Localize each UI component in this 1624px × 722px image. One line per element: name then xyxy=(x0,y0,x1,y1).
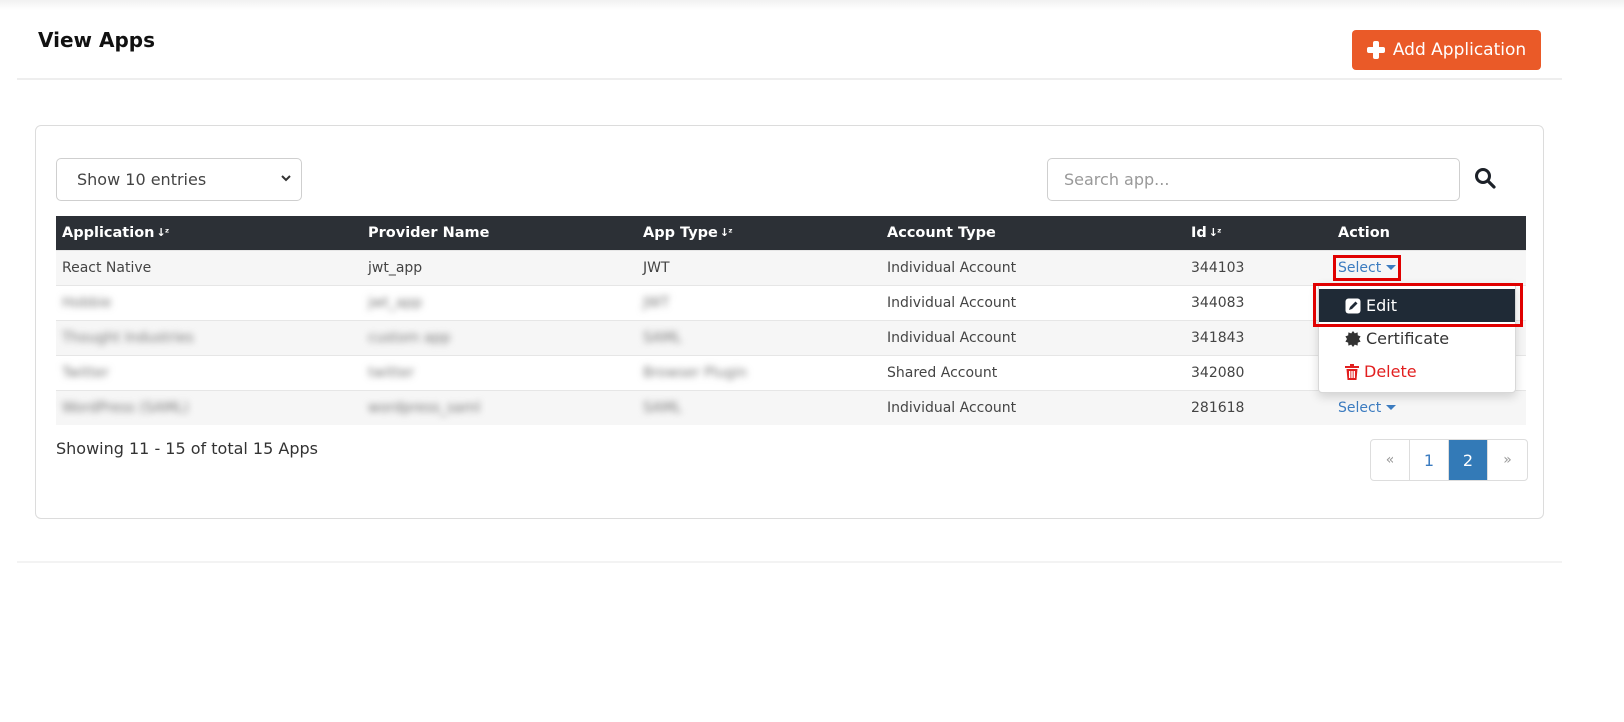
blurred-text: Twitter xyxy=(62,364,109,381)
cell-application: WordPress (SAML) xyxy=(56,389,362,425)
cell-provider: jwt_app xyxy=(362,284,637,320)
blurred-text: WordPress (SAML) xyxy=(62,399,189,416)
action-dropdown-menu: Edit Certificate Delete xyxy=(1318,283,1516,393)
cell-provider: wordpress_saml xyxy=(362,389,637,425)
blurred-text: custom app xyxy=(368,329,451,346)
menu-item-edit[interactable]: Edit xyxy=(1319,289,1515,322)
pagination: « 1 2 » xyxy=(1370,439,1528,481)
cell-action: Select xyxy=(1332,249,1526,285)
chevron-down-icon xyxy=(281,175,291,182)
sort-alpha-down-icon[interactable]: ↓ᶻ xyxy=(1209,226,1222,239)
cell-app-type: JWT xyxy=(637,284,881,320)
showing-summary: Showing 11 - 15 of total 15 Apps xyxy=(56,439,318,458)
pagination-next[interactable]: » xyxy=(1488,440,1527,480)
cell-app-type: JWT xyxy=(637,249,881,285)
blurred-text: Hobbie xyxy=(62,294,112,311)
table-header-row: Application ↓ᶻ Provider Name App Type ↓ᶻ A… xyxy=(56,216,1526,250)
table-row: WordPress (SAML) wordpress_saml SAML Ind… xyxy=(56,389,1526,425)
entries-select-value: Show 10 entries xyxy=(77,170,207,189)
menu-item-delete[interactable]: Delete xyxy=(1319,355,1515,388)
cell-id: 344103 xyxy=(1185,249,1332,285)
page-header: View Apps Add Application xyxy=(17,0,1562,80)
certificate-icon xyxy=(1345,330,1361,347)
blurred-text: jwt_app xyxy=(368,294,423,311)
blurred-text: SAML xyxy=(643,329,682,346)
cell-action: Select xyxy=(1332,389,1526,425)
pagination-prev[interactable]: « xyxy=(1371,440,1410,480)
cell-id: 341843 xyxy=(1185,319,1332,355)
blurred-text: JWT xyxy=(643,294,670,311)
table-row: Hobbie jwt_app JWT Individual Account 34… xyxy=(56,284,1526,320)
blurred-text: Thought Industries xyxy=(62,329,194,346)
menu-item-certificate-label: Certificate xyxy=(1366,329,1450,348)
cell-account-type: Shared Account xyxy=(881,354,1185,390)
table-row: Twitter twitter Browser Plugin Shared Ac… xyxy=(56,354,1526,390)
cell-account-type: Individual Account xyxy=(881,319,1185,355)
cell-provider: jwt_app xyxy=(362,249,637,285)
column-header-app-type[interactable]: App Type ↓ᶻ xyxy=(637,216,881,250)
action-select-button[interactable]: Select xyxy=(1338,400,1397,416)
cell-id: 281618 xyxy=(1185,389,1332,425)
blurred-text: twitter xyxy=(368,364,415,381)
cell-provider: twitter xyxy=(362,354,637,390)
menu-item-certificate[interactable]: Certificate xyxy=(1319,322,1515,355)
cell-application: React Native xyxy=(56,249,362,285)
blurred-text: Browser Plugin xyxy=(643,364,748,381)
add-application-button[interactable]: Add Application xyxy=(1352,30,1541,70)
blurred-text: wordpress_saml xyxy=(368,399,481,416)
cell-account-type: Individual Account xyxy=(881,389,1185,425)
column-header-id[interactable]: Id ↓ᶻ xyxy=(1185,216,1332,250)
table-row: React Native jwt_app JWT Individual Acco… xyxy=(56,249,1526,285)
search-input[interactable] xyxy=(1047,158,1460,201)
menu-item-edit-label: Edit xyxy=(1366,296,1397,315)
sort-alpha-down-icon[interactable]: ↓ᶻ xyxy=(720,226,733,239)
column-header-application[interactable]: Application ↓ᶻ xyxy=(56,216,362,250)
cell-id: 342080 xyxy=(1185,354,1332,390)
cell-app-type: SAML xyxy=(637,319,881,355)
cell-app-type: Browser Plugin xyxy=(637,354,881,390)
cell-account-type: Individual Account xyxy=(881,249,1185,285)
divider xyxy=(17,561,1562,563)
page-title: View Apps xyxy=(38,28,156,52)
menu-item-delete-label: Delete xyxy=(1364,362,1417,381)
cell-application: Twitter xyxy=(56,354,362,390)
entries-select[interactable]: Show 10 entries xyxy=(56,158,302,201)
trash-icon xyxy=(1345,363,1359,380)
cell-account-type: Individual Account xyxy=(881,284,1185,320)
action-select-button[interactable]: Select xyxy=(1332,254,1402,281)
column-header-action: Action xyxy=(1332,216,1526,250)
column-header-provider-name: Provider Name xyxy=(362,216,637,250)
column-header-account-type: Account Type xyxy=(881,216,1185,250)
apps-table: Application ↓ᶻ Provider Name App Type ↓ᶻ A… xyxy=(56,216,1526,425)
cell-application: Hobbie xyxy=(56,284,362,320)
cell-id: 344083 xyxy=(1185,284,1332,320)
search-icon[interactable] xyxy=(1473,166,1497,190)
cell-app-type: SAML xyxy=(637,389,881,425)
blurred-text: SAML xyxy=(643,399,682,416)
sort-alpha-down-icon[interactable]: ↓ᶻ xyxy=(157,226,170,239)
plus-icon xyxy=(1366,41,1385,59)
cell-application: Thought Industries xyxy=(56,319,362,355)
table-row: Thought Industries custom app SAML Indiv… xyxy=(56,319,1526,355)
cell-provider: custom app xyxy=(362,319,637,355)
caret-down-icon xyxy=(1386,265,1397,270)
caret-down-icon xyxy=(1386,405,1397,411)
add-application-label: Add Application xyxy=(1392,40,1527,60)
pagination-page-1[interactable]: 1 xyxy=(1410,440,1449,480)
pagination-page-2[interactable]: 2 xyxy=(1449,440,1488,480)
edit-icon xyxy=(1345,298,1361,313)
